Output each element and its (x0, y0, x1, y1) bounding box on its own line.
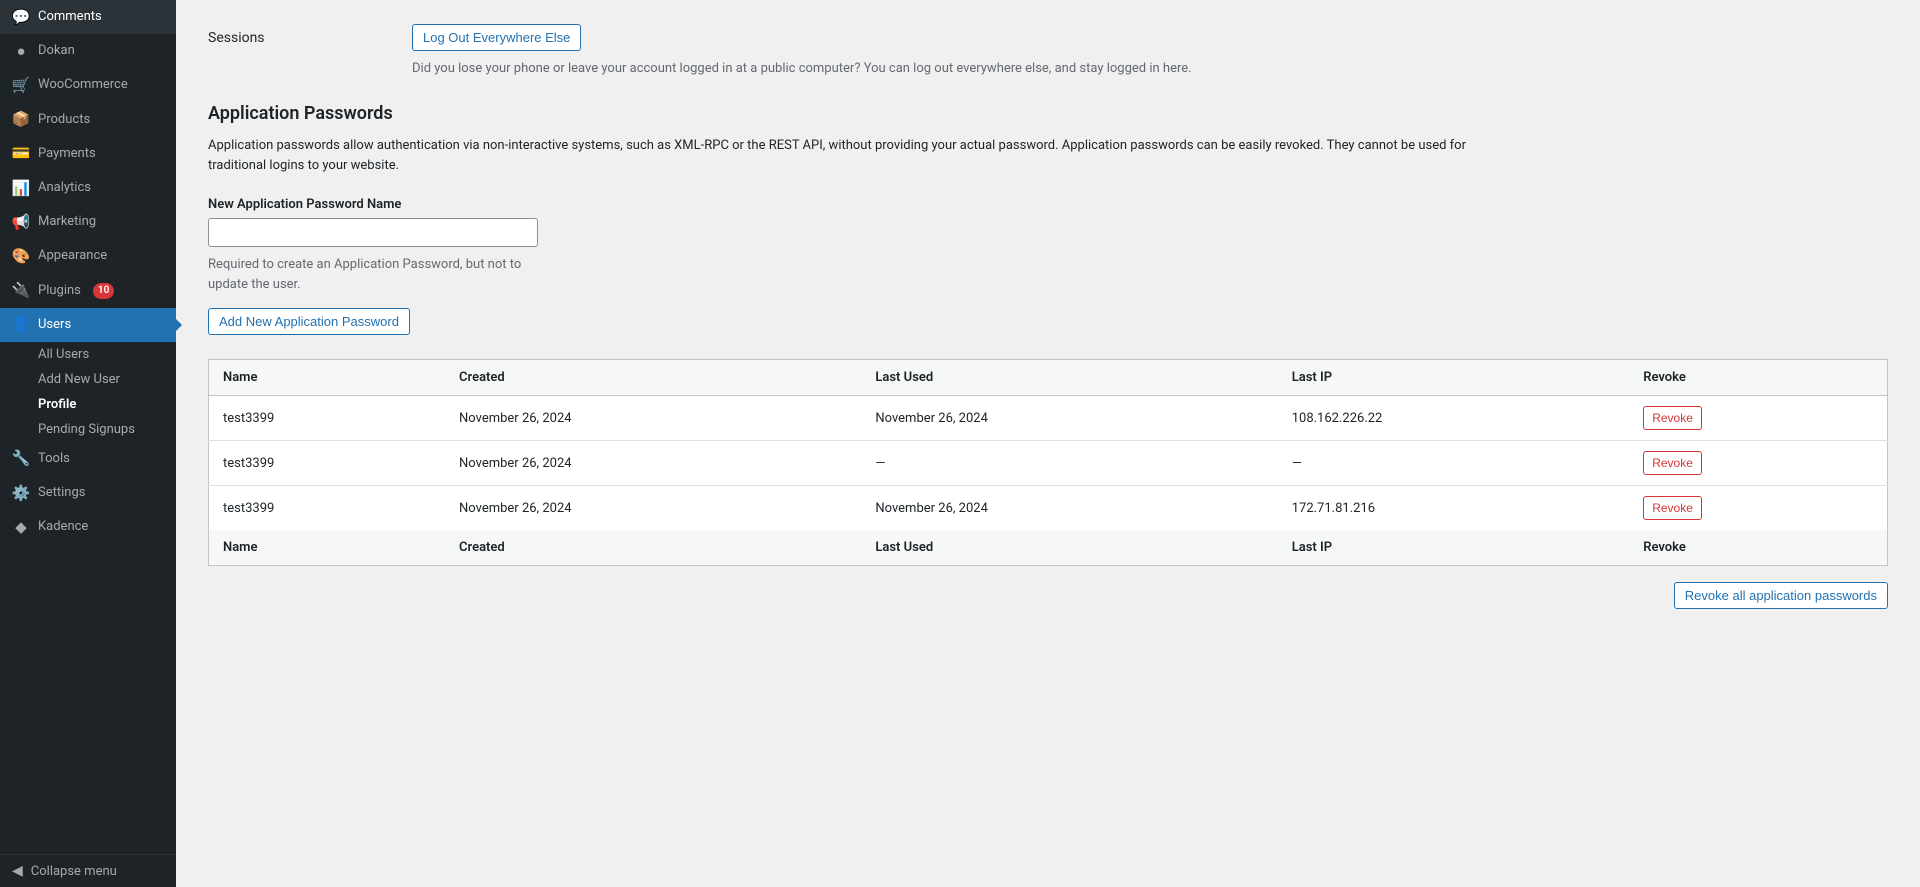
app-passwords-description: Application passwords allow authenticati… (208, 136, 1508, 178)
submenu-item-add-new-user[interactable]: Add New User (0, 367, 176, 392)
sidebar-item-kadence[interactable]: ◆ Kadence (0, 510, 176, 544)
sidebar-item-woocommerce[interactable]: 🛒 WooCommerce (0, 68, 176, 102)
row-created: November 26, 2024 (445, 396, 861, 441)
revoke-button-0[interactable]: Revoke (1643, 406, 1702, 430)
col-footer-created: Created (445, 530, 861, 566)
new-password-name-input[interactable] (208, 218, 538, 247)
col-footer-name: Name (209, 530, 446, 566)
collapse-menu-label: Collapse menu (31, 864, 117, 879)
sidebar-item-label-woocommerce: WooCommerce (38, 76, 128, 94)
row-last-used: November 26, 2024 (861, 486, 1277, 531)
sidebar-item-marketing[interactable]: 📢 Marketing (0, 205, 176, 239)
sessions-label: Sessions (208, 24, 388, 46)
sessions-description: Did you lose your phone or leave your ac… (412, 59, 1888, 79)
sidebar-item-plugins[interactable]: 🔌 Plugins 10 (0, 274, 176, 308)
row-revoke-cell: Revoke (1629, 486, 1887, 531)
new-password-name-label: New Application Password Name (208, 197, 1888, 212)
revoke-all-passwords-button[interactable]: Revoke all application passwords (1674, 582, 1888, 609)
sidebar-item-settings[interactable]: ⚙️ Settings (0, 476, 176, 510)
col-footer-last-ip: Last IP (1278, 530, 1630, 566)
table-row: test3399November 26, 2024November 26, 20… (209, 486, 1888, 531)
plugins-icon: 🔌 (12, 282, 30, 300)
row-last-ip: 108.162.226.22 (1278, 396, 1630, 441)
row-name: test3399 (209, 486, 446, 531)
woocommerce-icon: 🛒 (12, 76, 30, 94)
col-footer-last-used: Last Used (861, 530, 1277, 566)
add-new-application-password-button[interactable]: Add New Application Password (208, 308, 410, 335)
sessions-content: Log Out Everywhere Else Did you lose you… (412, 24, 1888, 79)
sidebar-item-dokan[interactable]: ● Dokan (0, 34, 176, 68)
app-passwords-table: Name Created Last Used Last IP Revoke te… (208, 359, 1888, 566)
sidebar-item-label-settings: Settings (38, 484, 85, 502)
col-header-last-used: Last Used (861, 360, 1277, 396)
table-row: test3399November 26, 2024November 26, 20… (209, 396, 1888, 441)
comments-icon: 💬 (12, 8, 30, 26)
sidebar-item-label-payments: Payments (38, 145, 96, 163)
table-row: test3399November 26, 2024——Revoke (209, 441, 1888, 486)
sidebar-item-appearance[interactable]: 🎨 Appearance (0, 239, 176, 273)
payments-icon: 💳 (12, 145, 30, 163)
dokan-icon: ● (12, 42, 30, 60)
sidebar-item-label-comments: Comments (38, 8, 102, 26)
row-name: test3399 (209, 441, 446, 486)
sidebar-item-comments[interactable]: 💬 Comments (0, 0, 176, 34)
sidebar-item-label-dokan: Dokan (38, 42, 75, 60)
row-created: November 26, 2024 (445, 486, 861, 531)
col-header-revoke: Revoke (1629, 360, 1887, 396)
row-last-used: November 26, 2024 (861, 396, 1277, 441)
row-revoke-cell: Revoke (1629, 441, 1887, 486)
sessions-section: Sessions Log Out Everywhere Else Did you… (208, 24, 1888, 79)
revoke-button-1[interactable]: Revoke (1643, 451, 1702, 475)
row-last-ip: — (1278, 441, 1630, 486)
app-passwords-title: Application Passwords (208, 103, 1888, 124)
row-last-used: — (861, 441, 1277, 486)
sidebar-item-analytics[interactable]: 📊 Analytics (0, 171, 176, 205)
row-revoke-cell: Revoke (1629, 396, 1887, 441)
sidebar-item-label-products: Products (38, 111, 90, 129)
col-header-created: Created (445, 360, 861, 396)
kadence-icon: ◆ (12, 518, 30, 536)
sidebar-item-label-kadence: Kadence (38, 518, 88, 536)
sidebar-item-label-tools: Tools (38, 450, 70, 468)
sidebar-item-products[interactable]: 📦 Products (0, 103, 176, 137)
collapse-menu-button[interactable]: ◀ Collapse menu (0, 854, 176, 887)
sidebar-item-tools[interactable]: 🔧 Tools (0, 442, 176, 476)
submenu-item-profile[interactable]: Profile (0, 392, 176, 417)
submenu-item-pending-signups[interactable]: Pending Signups (0, 417, 176, 442)
sidebar-item-label-plugins: Plugins (38, 282, 81, 300)
analytics-icon: 📊 (12, 179, 30, 197)
row-created: November 26, 2024 (445, 441, 861, 486)
sidebar-item-label-analytics: Analytics (38, 179, 91, 197)
tools-icon: 🔧 (12, 450, 30, 468)
marketing-icon: 📢 (12, 213, 30, 231)
col-footer-revoke: Revoke (1629, 530, 1887, 566)
users-icon: 👤 (12, 316, 30, 334)
main-content: Sessions Log Out Everywhere Else Did you… (176, 0, 1920, 887)
plugins-badge: 10 (93, 283, 114, 299)
revoke-button-2[interactable]: Revoke (1643, 496, 1702, 520)
appearance-icon: 🎨 (12, 247, 30, 265)
table-footer-row: Name Created Last Used Last IP Revoke (209, 530, 1888, 566)
row-last-ip: 172.71.81.216 (1278, 486, 1630, 531)
log-out-everywhere-button[interactable]: Log Out Everywhere Else (412, 24, 581, 51)
sidebar-item-payments[interactable]: 💳 Payments (0, 137, 176, 171)
sidebar-item-label-appearance: Appearance (38, 247, 107, 265)
revoke-all-row: Revoke all application passwords (208, 582, 1888, 609)
sidebar-item-users[interactable]: 👤 Users (0, 308, 176, 342)
submenu-item-all-users[interactable]: All Users (0, 342, 176, 367)
products-icon: 📦 (12, 111, 30, 129)
sidebar-item-label-marketing: Marketing (38, 213, 96, 231)
table-header-row: Name Created Last Used Last IP Revoke (209, 360, 1888, 396)
row-name: test3399 (209, 396, 446, 441)
new-password-name-hint: Required to create an Application Passwo… (208, 255, 538, 294)
col-header-last-ip: Last IP (1278, 360, 1630, 396)
users-submenu: All UsersAdd New UserProfilePending Sign… (0, 342, 176, 442)
app-passwords-section: Application Passwords Application passwo… (208, 103, 1888, 610)
sidebar-item-label-users: Users (38, 316, 71, 334)
col-header-name: Name (209, 360, 446, 396)
settings-icon: ⚙️ (12, 484, 30, 502)
sidebar: 💬 Comments ● Dokan 🛒 WooCommerce 📦 Products 💳 Pay… (0, 0, 176, 887)
